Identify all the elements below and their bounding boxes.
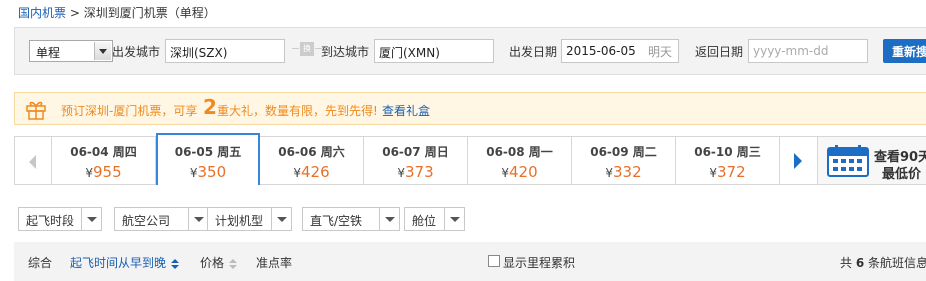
date-price: ¥332: [605, 163, 642, 181]
chevron-down-icon: [444, 208, 464, 230]
prev-dates-button[interactable]: [14, 136, 52, 185]
arrive-city-input[interactable]: 厦门(XMN): [374, 39, 494, 63]
sort-depart-time[interactable]: 起飞时间从早到晚: [70, 254, 180, 271]
chevron-down-icon[interactable]: [94, 42, 111, 60]
filter-label: 航空公司: [122, 214, 171, 228]
depart-city-label: 出发城市: [112, 45, 161, 59]
gift-count: 2: [203, 95, 217, 119]
date-label: 06-04 周四: [70, 145, 137, 159]
sort-bar: 综合 起飞时间从早到晚 价格 准点率 显示里程累积 共 6 条航班信息: [14, 242, 926, 281]
flight-total-count: 共 6 条航班信息: [840, 256, 926, 270]
date-price: ¥955: [85, 163, 122, 181]
date-label: 06-10 周三: [694, 145, 761, 159]
breadcrumb-separator: >: [69, 6, 80, 20]
filter-direct-air-rail[interactable]: 直飞/空铁: [302, 207, 400, 231]
filter-label: 舱位: [412, 214, 437, 228]
filter-cabin[interactable]: 舱位: [404, 207, 465, 231]
date-label: 06-08 周一: [486, 145, 553, 159]
calendar-line2: 最低价: [882, 167, 922, 182]
date-label: 06-06 周六: [278, 145, 345, 159]
view-gift-box-link[interactable]: 查看礼盒: [382, 102, 430, 119]
date-label: 06-07 周日: [382, 145, 449, 159]
date-price: ¥426: [293, 163, 330, 181]
breadcrumb-current: 深圳到厦门机票（单程）: [83, 6, 216, 20]
calendar-icon: [827, 145, 869, 177]
date-cell[interactable]: 06-08 周一 ¥420: [468, 136, 572, 185]
date-cell[interactable]: 06-07 周日 ¥373: [364, 136, 468, 185]
sort-arrows-icon: [171, 258, 180, 269]
depart-city-input[interactable]: 深圳(SZX): [165, 39, 285, 63]
chevron-down-icon: [271, 208, 291, 230]
swap-icon: 换: [300, 42, 314, 56]
flight-search-bar: 单程 出发城市 深圳(SZX) 换 到达城市 厦门(XMN) 出发日期 2015…: [14, 27, 926, 75]
breadcrumb-domestic-flights-link[interactable]: 国内机票: [18, 6, 66, 20]
next-dates-button[interactable]: [780, 136, 818, 185]
low-price-date-strip: 06-04 周四 ¥955 06-05 周五 ¥350 06-06 周六 ¥42…: [14, 133, 926, 186]
return-date-label: 返回日期: [695, 45, 744, 59]
depart-date-label: 出发日期: [509, 45, 558, 59]
date-price: ¥373: [397, 163, 434, 181]
date-price: ¥372: [709, 163, 746, 181]
search-again-button[interactable]: 重新搜索: [883, 39, 926, 63]
depart-day-hint: 明天: [648, 45, 673, 59]
breadcrumb: 国内机票 > 深圳到厦门机票（单程）: [18, 4, 216, 21]
date-label: 06-09 周二: [590, 145, 657, 159]
gift-text-after: 重大礼，数量有限，先到先得!: [217, 104, 378, 118]
arrive-city-label: 到达城市: [321, 45, 370, 59]
chevron-down-icon: [379, 208, 399, 230]
filter-airline[interactable]: 航空公司: [114, 207, 209, 231]
filter-label: 直飞/空铁: [310, 214, 363, 228]
view-90-day-low-price-button[interactable]: 查看90天 最低价: [818, 136, 926, 185]
date-cell[interactable]: 06-10 周三 ¥372: [676, 136, 780, 185]
gift-icon: [26, 101, 46, 120]
swap-left-arrow-icon: [292, 48, 299, 49]
date-price: ¥420: [501, 163, 538, 181]
date-cell-selected[interactable]: 06-05 周五 ¥350: [156, 133, 260, 185]
swap-cities-button[interactable]: 换: [289, 41, 323, 59]
filter-label: 起飞时段: [26, 214, 75, 228]
filter-depart-time[interactable]: 起飞时段: [18, 207, 102, 231]
sort-punctuality[interactable]: 准点率: [256, 254, 292, 271]
date-cell[interactable]: 06-06 周六 ¥426: [260, 136, 364, 185]
sort-price[interactable]: 价格: [200, 254, 238, 271]
show-mileage-checkbox[interactable]: [488, 255, 500, 267]
show-mileage-label[interactable]: 显示里程累积: [503, 254, 575, 271]
date-label: 06-05 周五: [174, 145, 242, 159]
trip-type-select[interactable]: 单程: [29, 40, 113, 62]
sort-overall[interactable]: 综合: [28, 254, 52, 271]
chevron-down-icon: [81, 208, 101, 230]
gift-promo-banner: 预订深圳-厦门机票，可享 2 重大礼，数量有限，先到先得! 查看礼盒: [14, 92, 926, 125]
chevron-down-icon: [188, 208, 208, 230]
return-date-input[interactable]: yyyy-mm-dd: [748, 39, 868, 63]
filter-aircraft-type[interactable]: 计划机型: [207, 207, 292, 231]
date-cell[interactable]: 06-09 周二 ¥332: [572, 136, 676, 185]
date-cell[interactable]: 06-04 周四 ¥955: [52, 136, 156, 185]
filter-label: 计划机型: [215, 214, 264, 228]
trip-type-value: 单程: [36, 46, 61, 60]
date-price: ¥350: [189, 163, 227, 181]
sort-arrows-icon: [229, 258, 238, 269]
gift-text-before: 预订深圳-厦门机票，可享: [61, 104, 198, 118]
